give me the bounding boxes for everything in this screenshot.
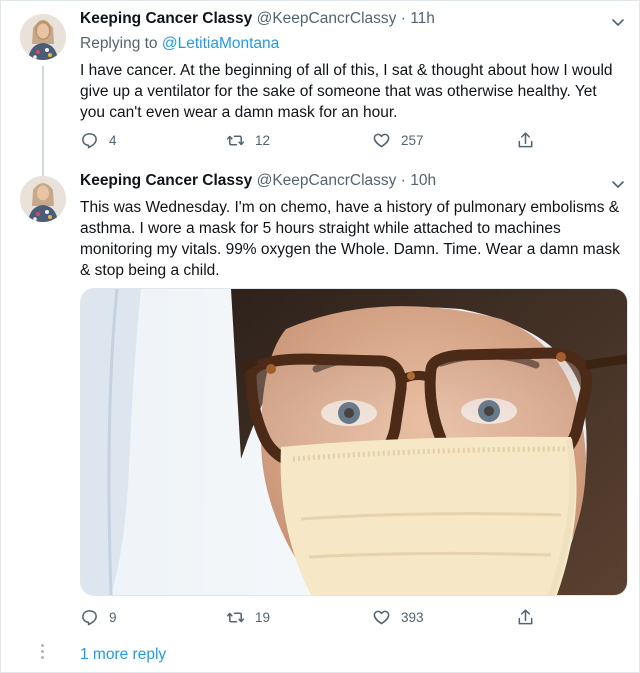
replying-mention[interactable]: @LetitiaMontana — [162, 35, 279, 52]
avatar[interactable] — [20, 176, 66, 222]
retweet-button[interactable]: 12 — [226, 131, 270, 150]
more-replies-link[interactable]: 1 more reply — [80, 646, 166, 664]
tweet-photo[interactable] — [80, 288, 628, 596]
thread-dots — [41, 644, 45, 662]
reply-icon — [82, 133, 97, 149]
tweet-actions: 9 19 393 — [80, 608, 550, 630]
retweet-count: 12 — [255, 133, 271, 148]
share-button[interactable] — [516, 131, 535, 150]
chevron-down-icon[interactable] — [610, 176, 626, 192]
heart-icon — [373, 610, 390, 625]
retweet-icon — [226, 135, 245, 146]
reply-count: 4 — [109, 133, 117, 148]
retweet-icon — [226, 612, 245, 623]
tweet-2[interactable]: Keeping Cancer Classy @KeepCancrClassy ·… — [0, 156, 640, 652]
display-name[interactable]: Keeping Cancer Classy — [80, 10, 252, 27]
reply-count: 9 — [109, 610, 117, 625]
like-count: 393 — [401, 610, 424, 625]
reply-button[interactable]: 9 — [80, 608, 117, 627]
timestamp[interactable]: 10h — [410, 172, 436, 189]
display-name[interactable]: Keeping Cancer Classy — [80, 172, 252, 189]
tweet-header: Keeping Cancer Classy @KeepCancrClassy ·… — [80, 10, 435, 28]
selfie-mask-image — [81, 289, 627, 595]
avatar[interactable] — [20, 14, 66, 60]
username[interactable]: @KeepCancrClassy — [257, 172, 397, 189]
tweet-1[interactable]: Keeping Cancer Classy @KeepCancrClassy ·… — [0, 10, 640, 176]
retweet-button[interactable]: 19 — [226, 608, 270, 627]
reply-button[interactable]: 4 — [80, 131, 117, 150]
tweet-text: I have cancer. At the beginning of all o… — [80, 62, 613, 121]
reply-icon — [82, 610, 97, 626]
separator: · — [400, 172, 406, 189]
replying-to: Replying to @LetitiaMontana — [80, 35, 279, 53]
replying-prefix: Replying to — [80, 35, 162, 52]
heart-icon — [373, 133, 390, 148]
thread-line — [42, 156, 44, 168]
like-button[interactable]: 257 — [372, 131, 424, 150]
separator: · — [400, 10, 406, 27]
tweet-text: This was Wednesday. I'm on chemo, have a… — [80, 199, 620, 279]
timestamp[interactable]: 11h — [410, 10, 435, 27]
share-icon — [518, 609, 533, 625]
tweet-header: Keeping Cancer Classy @KeepCancrClassy ·… — [80, 172, 436, 190]
chevron-down-icon[interactable] — [610, 14, 626, 30]
username[interactable]: @KeepCancrClassy — [257, 10, 397, 27]
share-icon — [518, 132, 533, 148]
share-button[interactable] — [516, 608, 535, 627]
like-button[interactable]: 393 — [372, 608, 424, 627]
like-count: 257 — [401, 133, 424, 148]
retweet-count: 19 — [255, 610, 271, 625]
tweet-actions: 4 12 257 — [80, 131, 550, 153]
